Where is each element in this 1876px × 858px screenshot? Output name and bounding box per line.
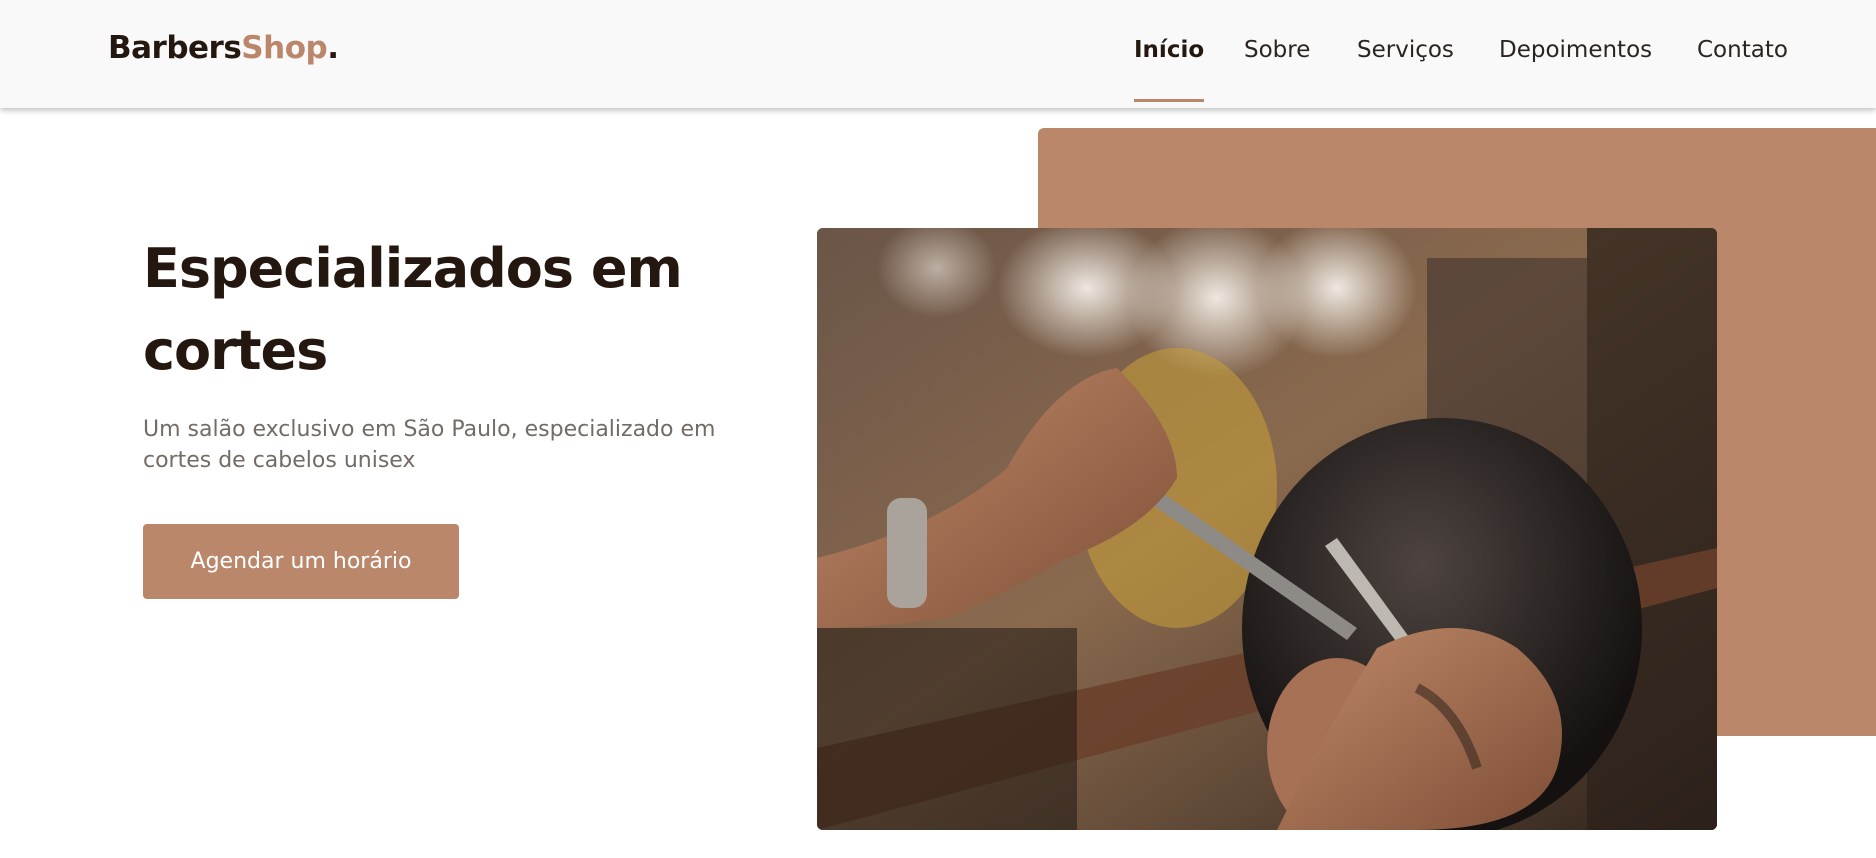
site-header: BarbersShop. Início Sobre Serviços Depoi… bbox=[0, 0, 1876, 108]
schedule-appointment-button[interactable]: Agendar um horário bbox=[143, 524, 459, 599]
nav-item-label: Contato bbox=[1697, 37, 1788, 63]
logo-text-main: Barbers bbox=[108, 30, 242, 66]
logo-dot: . bbox=[327, 30, 339, 66]
nav-item-label: Sobre bbox=[1244, 37, 1311, 63]
nav-item-depoimentos[interactable]: Depoimentos bbox=[1499, 37, 1652, 63]
hero-subtitle: Um salão exclusivo em São Paulo, especia… bbox=[143, 417, 716, 473]
logo[interactable]: BarbersShop. bbox=[108, 30, 339, 66]
barber-photo-illustration bbox=[817, 228, 1717, 830]
hero-title: Especializados em cortes bbox=[143, 237, 683, 382]
nav-item-contato[interactable]: Contato bbox=[1697, 37, 1788, 63]
nav-item-sobre[interactable]: Sobre bbox=[1244, 37, 1310, 63]
hero-photo bbox=[817, 228, 1717, 830]
nav-item-label: Início bbox=[1134, 37, 1205, 63]
main-nav: Início Sobre Serviços Depoimentos Contat… bbox=[1134, 0, 1788, 108]
nav-item-label: Depoimentos bbox=[1499, 37, 1653, 63]
nav-item-inicio[interactable]: Início bbox=[1134, 37, 1205, 102]
active-nav-underline bbox=[1134, 99, 1205, 102]
page: BarbersShop. Início Sobre Serviços Depoi… bbox=[0, 0, 1876, 858]
nav-item-label: Serviços bbox=[1357, 37, 1454, 63]
logo-text-accent: Shop bbox=[241, 30, 328, 66]
nav-item-servicos[interactable]: Serviços bbox=[1357, 37, 1454, 63]
